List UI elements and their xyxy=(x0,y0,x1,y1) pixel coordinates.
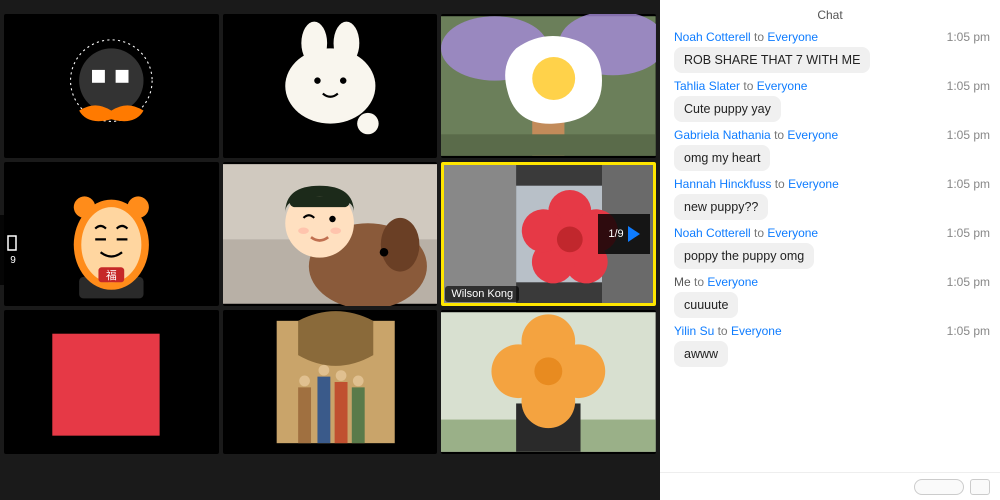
chat-message: Me to Everyone 1:05 pm cuuuute xyxy=(674,275,990,318)
carousel-left-count: 9 xyxy=(10,255,16,266)
chat-bubble[interactable]: poppy the puppy omg xyxy=(674,243,814,269)
chat-message-list[interactable]: Noah Cotterell to Everyone 1:05 pm ROB SHA… xyxy=(660,30,1000,472)
chat-timestamp: 1:05 pm xyxy=(947,128,990,142)
chat-more-button[interactable] xyxy=(970,479,990,495)
chat-message: Yilin Su to Everyone 1:05 pm awww xyxy=(674,324,990,367)
chat-to-label: to xyxy=(691,275,708,289)
friedegg-avatar-icon xyxy=(441,14,656,158)
orangeflower-avatar-icon xyxy=(441,310,656,454)
chat-message: Noah Cotterell to Everyone 1:05 pm ROB SHA… xyxy=(674,30,990,73)
chat-timestamp: 1:05 pm xyxy=(947,30,990,44)
chat-sender[interactable]: Hannah Hinckfuss xyxy=(674,177,771,191)
chat-timestamp: 1:05 pm xyxy=(947,177,990,191)
chat-message-header: Yilin Su to Everyone 1:05 pm xyxy=(674,324,990,338)
painting-avatar-icon xyxy=(223,310,438,454)
chat-sender[interactable]: Tahlia Slater xyxy=(674,79,740,93)
participant-tile[interactable] xyxy=(441,14,656,158)
chat-message: Gabriela Nathania to Everyone 1:05 pm omg … xyxy=(674,128,990,171)
chat-message: Hannah Hinckfuss to Everyone 1:05 pm new p… xyxy=(674,177,990,220)
chat-recipient[interactable]: Everyone xyxy=(757,79,808,93)
chat-recipient[interactable]: Everyone xyxy=(731,324,782,338)
participant-tile[interactable] xyxy=(4,14,219,158)
tiger-avatar-icon: 福 xyxy=(4,162,219,306)
chat-bubble[interactable]: Cute puppy yay xyxy=(674,96,781,122)
chat-to-label: to xyxy=(751,30,768,44)
chat-to-label: to xyxy=(751,226,768,240)
redsquare-avatar-icon xyxy=(4,310,219,454)
chat-to-label: to xyxy=(771,177,788,191)
video-grid-area: 9 xyxy=(0,0,660,500)
participant-tile[interactable] xyxy=(4,310,219,454)
chat-sender[interactable]: Yilin Su xyxy=(674,324,714,338)
chat-recipient-dropdown[interactable] xyxy=(914,479,964,495)
chat-header: Chat xyxy=(660,0,1000,30)
chat-sender[interactable]: Gabriela Nathania xyxy=(674,128,771,142)
chat-message: Noah Cotterell to Everyone 1:05 pm poppy t… xyxy=(674,226,990,269)
chat-footer xyxy=(660,472,1000,500)
svg-text:福: 福 xyxy=(106,269,117,282)
camera-off-icon xyxy=(7,235,19,251)
chat-recipient[interactable]: Everyone xyxy=(788,177,839,191)
participant-tile-active[interactable]: Wilson Kong 1/9 xyxy=(441,162,656,306)
chat-message-header: Gabriela Nathania to Everyone 1:05 pm xyxy=(674,128,990,142)
app-root: 9 xyxy=(0,0,1000,500)
carousel-next-button[interactable]: 1/9 xyxy=(598,214,650,254)
chat-to-label: to xyxy=(740,79,757,93)
participant-tile[interactable] xyxy=(223,310,438,454)
chat-recipient[interactable]: Everyone xyxy=(787,128,838,142)
participant-tile[interactable] xyxy=(223,162,438,306)
chat-bubble[interactable]: omg my heart xyxy=(674,145,770,171)
chat-bubble[interactable]: awww xyxy=(674,341,728,367)
chat-bubble[interactable]: ROB SHARE THAT 7 WITH ME xyxy=(674,47,870,73)
chat-bubble[interactable]: new puppy?? xyxy=(674,194,768,220)
participant-tile[interactable] xyxy=(441,310,656,454)
chat-recipient[interactable]: Everyone xyxy=(707,275,758,289)
chat-timestamp: 1:05 pm xyxy=(947,324,990,338)
chevron-right-icon xyxy=(628,226,640,242)
chat-to-label: to xyxy=(771,128,788,142)
chat-recipient[interactable]: Everyone xyxy=(767,30,818,44)
chat-timestamp: 1:05 pm xyxy=(947,79,990,93)
chat-message-header: Me to Everyone 1:05 pm xyxy=(674,275,990,289)
chat-message-header: Noah Cotterell to Everyone 1:05 pm xyxy=(674,226,990,240)
chat-sender[interactable]: Me xyxy=(674,275,691,289)
chat-to-label: to xyxy=(714,324,731,338)
participant-grid: 福 xyxy=(0,14,660,454)
chat-sender[interactable]: Noah Cotterell xyxy=(674,226,751,240)
chat-timestamp: 1:05 pm xyxy=(947,226,990,240)
chat-title: Chat xyxy=(817,8,842,22)
chat-message-header: Noah Cotterell to Everyone 1:05 pm xyxy=(674,30,990,44)
carousel-prev-button[interactable]: 9 xyxy=(0,215,26,285)
mustache-avatar-icon xyxy=(4,14,219,158)
participant-tile[interactable]: 福 xyxy=(4,162,219,306)
bunny-avatar-icon xyxy=(223,14,438,158)
chat-bubble[interactable]: cuuuute xyxy=(674,292,738,318)
chat-message-header: Tahlia Slater to Everyone 1:05 pm xyxy=(674,79,990,93)
chat-message: Tahlia Slater to Everyone 1:05 pm Cute pup… xyxy=(674,79,990,122)
chat-sender[interactable]: Noah Cotterell xyxy=(674,30,751,44)
chat-message-header: Hannah Hinckfuss to Everyone 1:05 pm xyxy=(674,177,990,191)
chat-panel: Chat Noah Cotterell to Everyone 1:05 pm RO… xyxy=(660,0,1000,500)
chat-timestamp: 1:05 pm xyxy=(947,275,990,289)
memoji-dog-icon xyxy=(223,162,438,306)
chat-recipient[interactable]: Everyone xyxy=(767,226,818,240)
page-indicator: 1/9 xyxy=(608,228,623,240)
participant-name-label: Wilson Kong xyxy=(445,286,519,302)
participant-tile[interactable] xyxy=(223,14,438,158)
